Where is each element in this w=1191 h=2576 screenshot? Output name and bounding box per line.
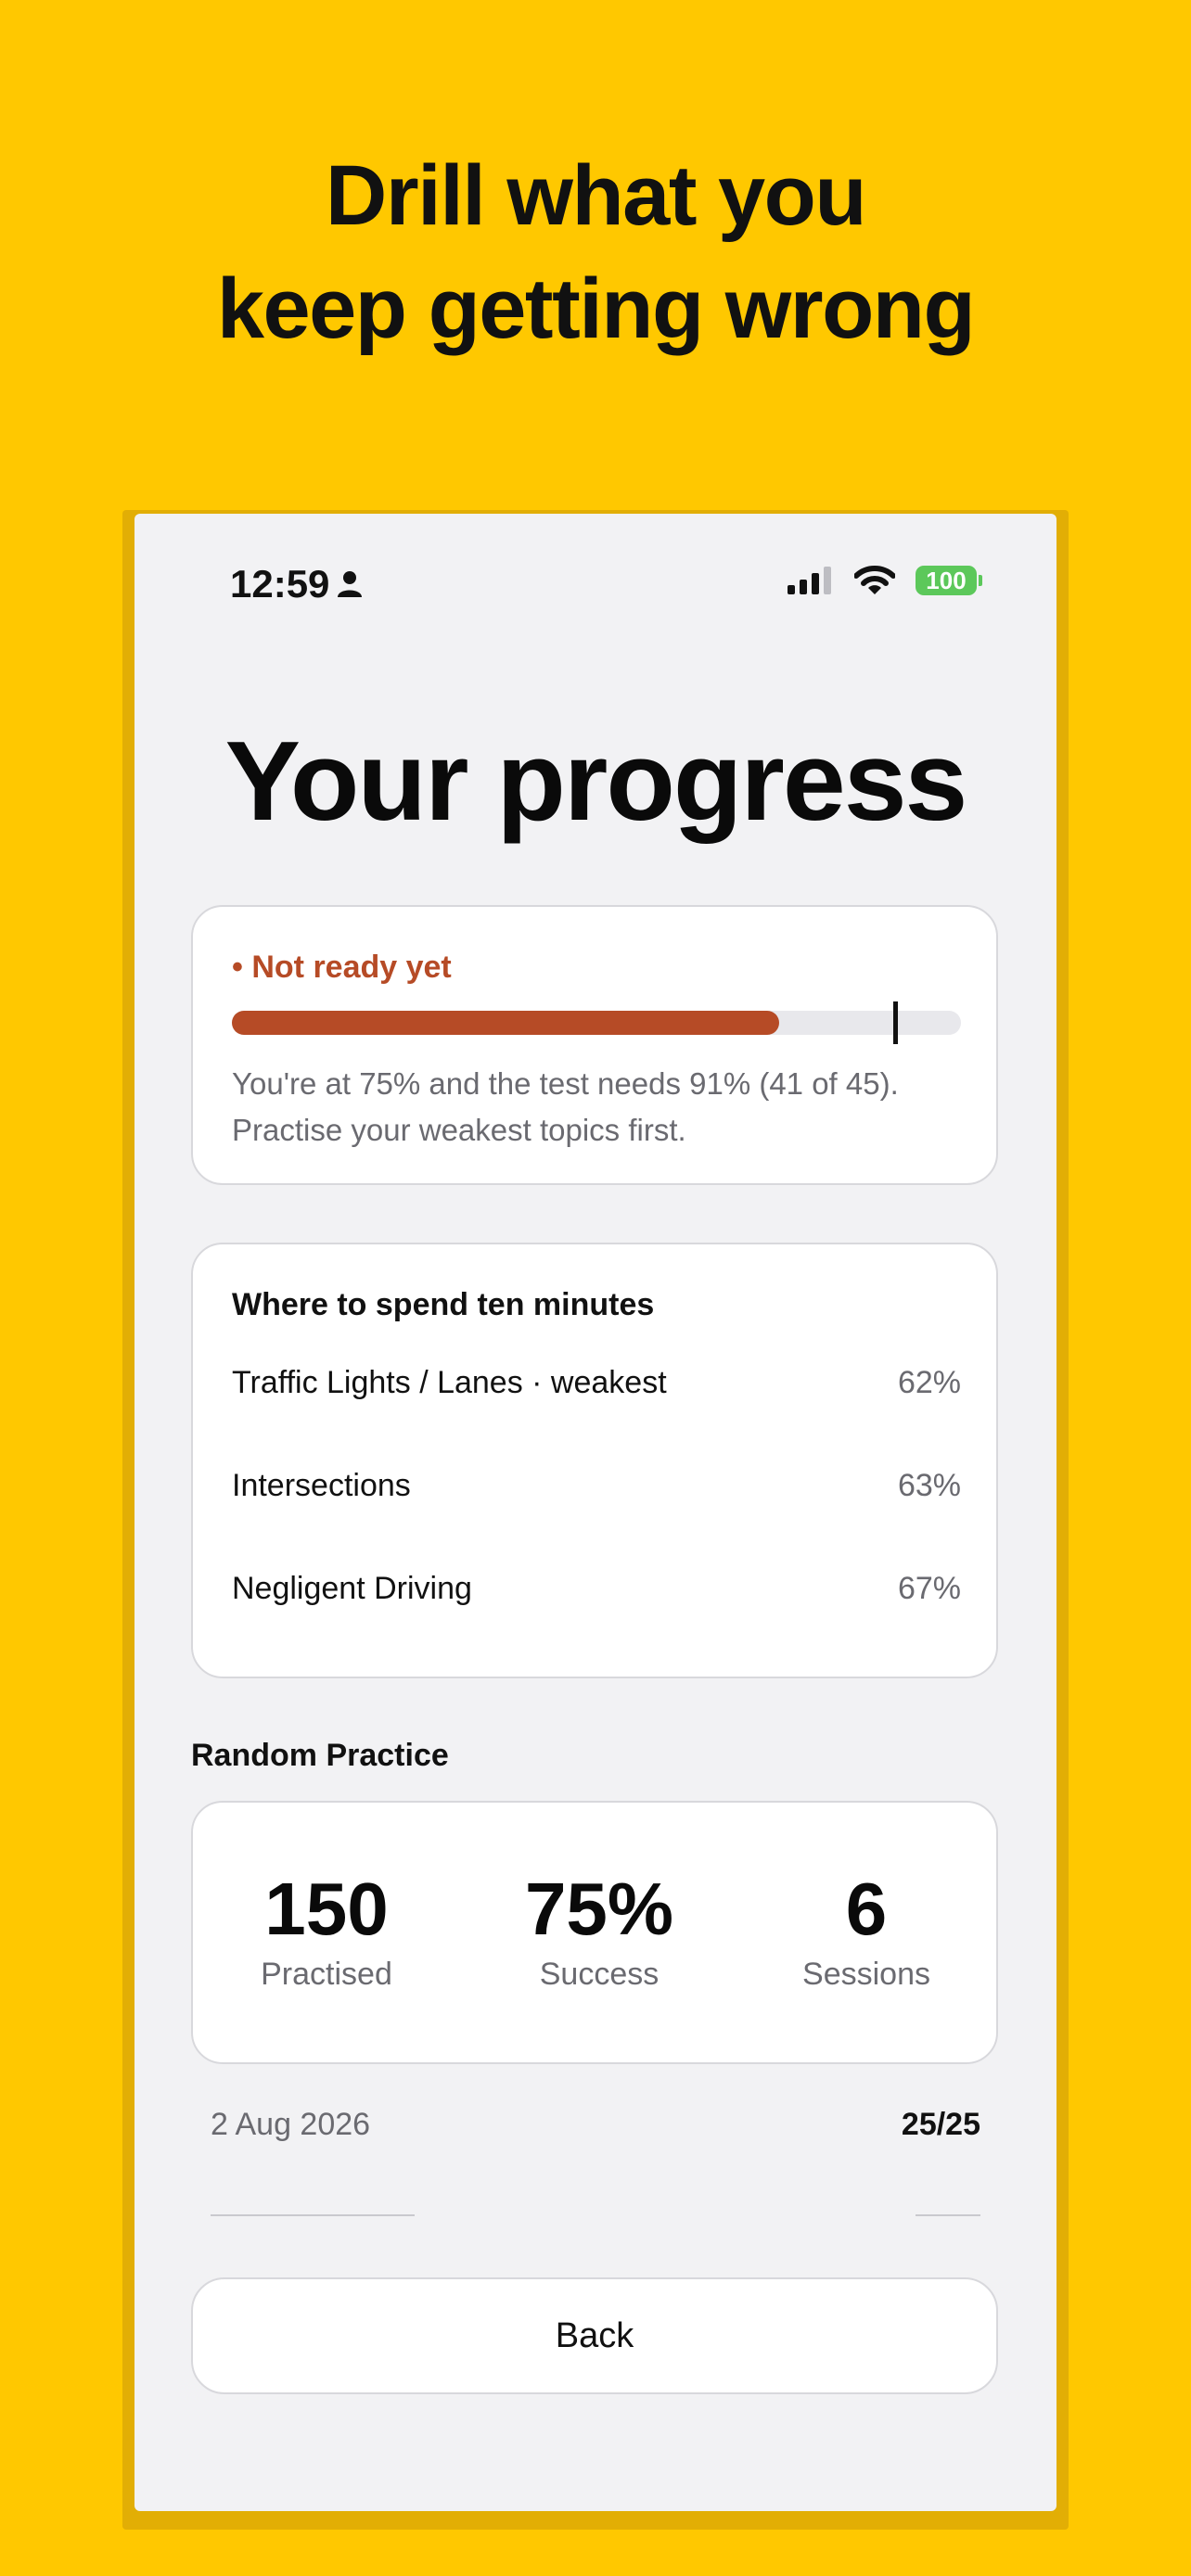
focus-title: Where to spend ten minutes [232,1287,655,1322]
readiness-progress-bar [232,1001,961,1044]
session-row[interactable]: 2 Aug 2026 25/25 [211,2107,980,2143]
phone-screen: 12:59 100 Your progress • Not ready yet [134,514,1057,2511]
stat-label: Success [539,1957,660,1992]
status-time-text: 12:59 [230,562,330,606]
stat-sessions: 6 Sessions [736,1869,996,1993]
topic-percent: 62% [897,1365,961,1400]
person-icon [338,571,363,597]
page-title: Your progress [224,718,968,844]
readiness-description: You're at 75% and the test needs 91% (41… [232,1066,899,1147]
cellular-signal-icon [788,567,831,594]
focus-card: Where to spend ten minutes Traffic Light… [191,1243,998,1678]
stat-value: 6 [845,1868,888,1950]
wifi-icon [854,566,895,594]
promo-headline: Drill what you keep getting wrong [0,139,1191,365]
stat-practised: 150 Practised [197,1869,456,1993]
status-bar-time: 12:59 [230,562,363,606]
pass-threshold-marker [893,1001,899,1044]
stat-label: Practised [261,1957,392,1992]
battery-icon: 100 [916,566,982,595]
readiness-card: • Not ready yet You're at 75% and the te… [191,905,998,1185]
random-practice-heading: Random Practice [191,1738,449,1773]
stat-label: Sessions [802,1957,930,1992]
headline-line-1: Drill what you [325,148,867,243]
stat-value: 75% [524,1868,674,1950]
topic-name: Intersections [232,1468,411,1503]
topic-name: Traffic Lights / Lanes · weakest [232,1365,667,1400]
status-bar-indicators: 100 [788,566,982,595]
session-score: 25/25 [901,2107,980,2142]
session-date: 2 Aug 2026 [211,2107,371,2142]
focus-topic-row[interactable]: Traffic Lights / Lanes · weakest 62% [232,1365,961,1401]
readiness-status: • Not ready yet [232,950,452,985]
readiness-progress-fill [232,1011,779,1035]
battery-tip [979,575,982,586]
focus-topic-row[interactable]: Negligent Driving 67% [232,1571,961,1607]
focus-topic-row[interactable]: Intersections 63% [232,1468,961,1504]
stat-success: 75% Success [469,1869,729,1993]
stat-value: 150 [264,1868,389,1950]
back-button[interactable]: Back [191,2277,998,2394]
practice-stats-card: 150 Practised 75% Success 6 Sessions [191,1801,998,2064]
topic-name: Negligent Driving [232,1571,472,1606]
clipped-session-row [211,2214,980,2220]
battery-level: 100 [916,566,977,595]
topic-percent: 63% [897,1468,961,1503]
topic-percent: 67% [897,1571,961,1606]
headline-line-2: keep getting wrong [216,261,976,356]
